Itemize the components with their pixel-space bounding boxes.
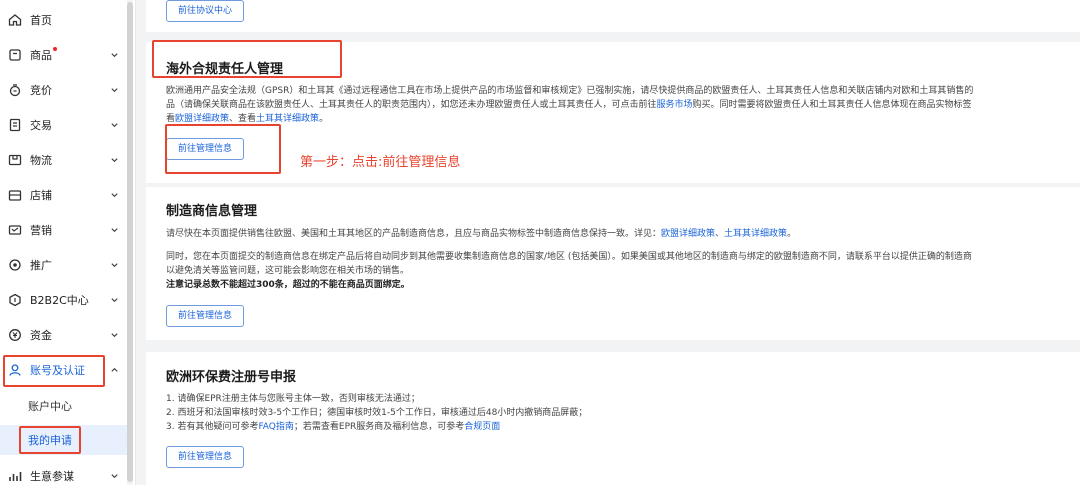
main-content: 前往协议中心 海外合规责任人管理 欧洲通用产品安全法规（GPSR）和土耳其《通过… <box>136 0 1080 485</box>
card-text: 品（请确保关联商品在该欧盟责任人、土耳其责任人的职责范围内），如您还未办理欧盟责… <box>166 100 972 110</box>
chevron-up-icon <box>110 366 119 375</box>
go-to-agreement-center-button[interactable]: 前往协议中心 <box>166 0 245 22</box>
faq-guide-link[interactable]: FAQ指南 <box>258 422 293 432</box>
sidebar-subitem-account-center[interactable]: 账户中心 <box>0 391 128 421</box>
bid-icon <box>8 83 22 97</box>
promotion-icon <box>8 258 22 272</box>
account-annotation-box <box>3 355 105 387</box>
sidebar-item-label: 生意参谋 <box>30 470 74 483</box>
sidebar-item-label: 营销 <box>30 224 52 237</box>
chevron-down-icon <box>110 86 119 95</box>
b2b2c-icon <box>8 293 22 307</box>
chevron-down-icon <box>110 51 119 60</box>
sidebar-item-label: 商品 <box>30 49 52 62</box>
notification-dot <box>53 47 57 51</box>
store-icon <box>8 188 22 202</box>
sidebar-item-label: B2B2C中心 <box>30 294 89 307</box>
card-text: 2. 西班牙和法国审核时效3-5个工作日；德国审核时效1-5个工作日，审核通过后… <box>166 408 588 418</box>
sidebar-scrollbar[interactable] <box>127 0 133 485</box>
button-annotation-box <box>165 124 281 174</box>
epr-card: 欧洲环保费注册号申报 1. 请确保EPR注册主体与您账号主体一致，否则审核无法通… <box>146 352 1080 485</box>
manufacturer-card: 制造商信息管理 请尽快在本页面提供销售往欧盟、美国和土耳其地区的产品制造商信息，… <box>146 187 1080 340</box>
sidebar-item-store[interactable]: 店铺 <box>0 177 128 213</box>
sidebar-item-bid[interactable]: 竞价 <box>0 72 128 108</box>
sidebar-item-analytics[interactable]: 生意参谋 <box>0 458 128 485</box>
sidebar-item-logistics[interactable]: 物流 <box>0 142 128 178</box>
sidebar-item-label: 竞价 <box>30 84 52 97</box>
chevron-down-icon <box>110 121 119 130</box>
title-annotation-box <box>152 40 342 78</box>
product-icon <box>8 48 22 62</box>
sidebar-item-b2b2c[interactable]: B2B2C中心 <box>0 282 128 318</box>
sidebar-item-label: 资金 <box>30 329 52 342</box>
card-text: 1. 请确保EPR注册主体与您账号主体一致，否则审核无法通过； <box>166 394 420 404</box>
sidebar-item-product[interactable]: 商品 <box>0 37 128 73</box>
sidebar-subitem-label: 账户中心 <box>28 400 72 413</box>
sidebar-item-funds[interactable]: 资金 <box>0 317 128 353</box>
sidebar-item-label: 首页 <box>30 14 52 27</box>
seller-backend-page: 首页 商品 竞价 交易 物流 店铺 营销 推广 B2B2C中心 资金 账号及认证… <box>0 0 1080 485</box>
analytics-icon <box>8 469 22 483</box>
card-note: 注意记录总数不能超过300条，超过的不能在商品页面绑定。 <box>166 280 410 290</box>
card-text: 欧洲通用产品安全法规（GPSR）和土耳其《通过远程通信工具在市场上提供产品的市场… <box>166 86 974 96</box>
chevron-down-icon <box>110 296 119 305</box>
go-to-manage-info-button[interactable]: 前往管理信息 <box>166 446 245 468</box>
sidebar-item-promotion[interactable]: 推广 <box>0 247 128 283</box>
sidebar: 首页 商品 竞价 交易 物流 店铺 营销 推广 B2B2C中心 资金 账号及认证… <box>0 0 136 485</box>
home-icon <box>8 13 22 27</box>
chevron-down-icon <box>110 191 119 200</box>
chevron-down-icon <box>110 156 119 165</box>
step-one-annotation: 第一步：点击:前往管理信息 <box>300 155 461 170</box>
chevron-down-icon <box>110 261 119 270</box>
sidebar-item-label: 交易 <box>30 119 52 132</box>
chevron-down-icon <box>110 226 119 235</box>
card-title: 制造商信息管理 <box>166 204 258 219</box>
turkey-policy-link[interactable]: 土耳其详细政策 <box>724 229 787 239</box>
trade-icon <box>8 118 22 132</box>
chevron-down-icon <box>110 331 119 340</box>
marketing-icon <box>8 223 22 237</box>
sidebar-item-label: 推广 <box>30 259 52 272</box>
agreement-card: 前往协议中心 <box>146 0 1080 32</box>
card-text: 3. 若有其他疑问可参考FAQ指南；若需查看EPR服务商及福利信息，可参考合规页… <box>166 422 501 432</box>
go-to-manage-info-button[interactable]: 前往管理信息 <box>166 305 245 327</box>
card-text: 看欧盟详细政策、查看土耳其详细政策。 <box>166 114 329 124</box>
compliance-page-link[interactable]: 合规页面 <box>464 422 500 432</box>
logistics-icon <box>8 153 22 167</box>
sidebar-scroll-thumb[interactable] <box>127 2 133 482</box>
card-text: 以避免清关等监管问题，这可能会影响您在相关市场的销售。 <box>166 266 410 276</box>
sidebar-item-label: 店铺 <box>30 189 52 202</box>
eu-policy-link[interactable]: 欧盟详细政策 <box>661 229 715 239</box>
chevron-down-icon <box>110 472 119 481</box>
eu-policy-link[interactable]: 欧盟详细政策 <box>175 114 229 124</box>
card-text: 同时，您在本页面提交的制造商信息在绑定产品后将自动同步到其他需要收集制造商信息的… <box>166 252 972 262</box>
sidebar-item-home[interactable]: 首页 <box>0 2 128 38</box>
sidebar-item-trade[interactable]: 交易 <box>0 107 128 143</box>
turkey-policy-link[interactable]: 土耳其详细政策 <box>256 114 319 124</box>
service-market-link[interactable]: 服务市场 <box>657 100 693 110</box>
funds-icon <box>8 328 22 342</box>
sidebar-item-marketing[interactable]: 营销 <box>0 212 128 248</box>
card-title: 欧洲环保费注册号申报 <box>166 370 297 385</box>
my-applications-annotation-box <box>19 426 81 454</box>
card-text: 请尽快在本页面提供销售往欧盟、美国和土耳其地区的产品制造商信息，且应与商品实物标… <box>166 229 797 239</box>
sidebar-item-label: 物流 <box>30 154 52 167</box>
gpsr-card: 海外合规责任人管理 欧洲通用产品安全法规（GPSR）和土耳其《通过远程通信工具在… <box>146 40 1080 183</box>
